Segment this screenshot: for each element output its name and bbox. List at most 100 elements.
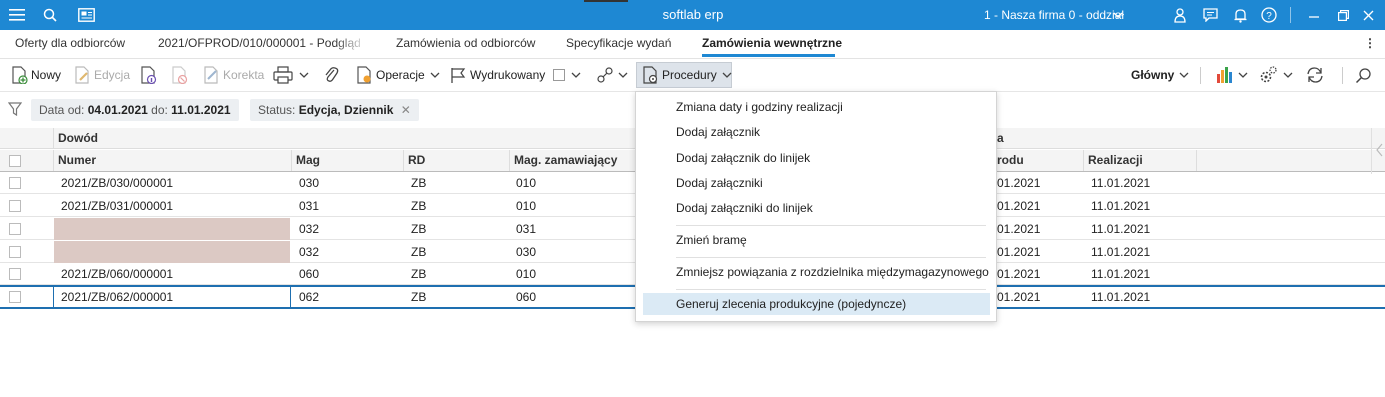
date-filter-chip[interactable]: Data od: 04.01.2021 do: 11.01.2021 xyxy=(31,99,239,121)
chevron-down-icon xyxy=(1238,72,1248,78)
more-vertical-icon[interactable]: ⋮ xyxy=(1363,30,1377,58)
search-icon xyxy=(1355,67,1371,83)
printed-filter[interactable]: Wydrukowany xyxy=(450,59,581,91)
column-header-mag[interactable]: Mag xyxy=(291,150,403,171)
edit-label: Edycja xyxy=(94,68,131,82)
tab-zamowienia-od-odbiorcow[interactable]: Zamówienia od odbiorców xyxy=(396,30,546,58)
active-window-indicator xyxy=(584,0,628,2)
close-icon[interactable]: ✕ xyxy=(401,103,411,117)
tab-specyfikacje-wydan[interactable]: Specyfikacje wydań xyxy=(566,30,686,58)
cell-mag: 032 xyxy=(299,245,320,259)
cell-numer: 2021/ZB/031/000001 xyxy=(61,199,174,213)
correction-button[interactable]: Korekta xyxy=(202,59,264,91)
operations-button[interactable]: Operacje xyxy=(355,59,440,91)
date-label: Data xyxy=(39,103,65,117)
relations-button[interactable] xyxy=(596,59,628,91)
relations-icon xyxy=(597,67,613,83)
company-selector[interactable]: 1 - Nasza firma 0 - oddział xyxy=(984,0,1124,30)
select-all-checkbox[interactable] xyxy=(9,155,21,167)
chat-icon[interactable] xyxy=(1201,0,1219,30)
group-header-dates: a xyxy=(992,128,1371,149)
print-button[interactable] xyxy=(273,59,309,91)
chevron-down-icon xyxy=(722,72,732,78)
status-filter-chip[interactable]: Status: Edycja, Dziennik ✕ xyxy=(250,99,419,121)
menu-item-add-attachments-lines[interactable]: Dodaj załączniki do linijek xyxy=(643,197,990,219)
gears-icon xyxy=(1260,66,1277,83)
cell-data-realizacji: 11.01.2021 xyxy=(1091,222,1151,236)
procedures-button[interactable]: Procedury xyxy=(641,59,732,91)
column-header-empty xyxy=(1196,150,1371,171)
cell-mag-zamawiajacy: 010 xyxy=(516,267,537,281)
redacted-cell xyxy=(54,218,290,240)
cell-data-realizacji: 11.01.2021 xyxy=(1091,290,1151,304)
side-panel-toggle[interactable] xyxy=(1371,128,1385,174)
cell-numer: 2021/ZB/062/000001 xyxy=(61,290,174,304)
refresh-button[interactable] xyxy=(1306,59,1324,91)
menu-item-add-attachments[interactable]: Dodaj załączniki xyxy=(643,172,990,194)
cell-data-dowodu: 01.2021 xyxy=(997,199,1041,213)
menu-separator xyxy=(676,289,986,290)
cell-data-realizacji: 11.01.2021 xyxy=(1091,176,1151,190)
cell-data-dowodu: 01.2021 xyxy=(997,245,1041,259)
menu-item-add-attachment-lines[interactable]: Dodaj załącznik do linijek xyxy=(643,147,990,169)
cell-data-dowodu: 01.2021 xyxy=(997,290,1041,304)
cell-data-realizacji: 11.01.2021 xyxy=(1091,267,1151,281)
row-checkbox[interactable] xyxy=(9,223,21,235)
cell-data-dowodu: 01.2021 xyxy=(997,222,1041,236)
chevron-down-icon[interactable] xyxy=(1110,0,1126,30)
menu-item-generate-production-orders[interactable]: Generuj zlecenia produkcyjne (pojedyncze… xyxy=(643,293,990,315)
cell-mag-zamawiajacy: 010 xyxy=(516,176,537,190)
row-checkbox[interactable] xyxy=(9,246,21,258)
procedures-label: Procedury xyxy=(662,68,717,82)
document-info-button[interactable] xyxy=(139,59,157,91)
chevron-down-icon xyxy=(571,72,581,78)
minimize-icon[interactable] xyxy=(1305,0,1323,30)
menu-item-change-date[interactable]: Zmiana daty i godziny realizacji xyxy=(643,96,990,118)
menu-item-reduce-relations[interactable]: Zmniejsz powiązania z rozdzielnika międz… xyxy=(643,261,990,283)
chart-button[interactable] xyxy=(1216,59,1248,91)
view-selector[interactable]: Główny xyxy=(1131,59,1189,91)
column-header-numer[interactable]: Numer xyxy=(53,150,291,171)
menu-item-add-attachment[interactable]: Dodaj załącznik xyxy=(643,121,990,143)
user-icon[interactable] xyxy=(1172,0,1188,30)
row-checkbox[interactable] xyxy=(9,200,21,212)
paperclip-icon xyxy=(325,67,339,82)
column-header-daty-dowodu[interactable]: rodu xyxy=(992,150,1083,171)
search-filter-button[interactable] xyxy=(1355,59,1372,91)
menu-separator xyxy=(676,225,986,226)
menu-item-change-gate[interactable]: Zmień bramę xyxy=(643,229,990,251)
news-icon[interactable] xyxy=(76,0,96,30)
date-from-label: od: xyxy=(67,103,85,117)
date-from-value: 04.01.2021 xyxy=(87,103,148,117)
row-checkbox[interactable] xyxy=(9,177,21,189)
new-button[interactable]: Nowy xyxy=(10,59,61,91)
edit-button[interactable]: Edycja xyxy=(73,59,130,91)
chevron-down-icon xyxy=(618,72,628,78)
document-delete-button[interactable] xyxy=(170,59,188,91)
row-checkbox[interactable] xyxy=(9,291,21,303)
cell-mag: 032 xyxy=(299,222,320,236)
cell-numer: 2021/ZB/030/000001 xyxy=(61,176,174,190)
cell-mag-zamawiajacy: 031 xyxy=(516,222,537,236)
printed-checkbox[interactable] xyxy=(553,69,566,81)
operations-icon xyxy=(357,66,371,84)
new-label: Nowy xyxy=(31,68,62,82)
column-header-realizacji[interactable]: Realizacji xyxy=(1083,150,1196,171)
help-icon[interactable]: ? xyxy=(1259,0,1279,30)
cell-rd: ZB xyxy=(411,176,427,190)
row-checkbox[interactable] xyxy=(9,268,21,280)
search-icon[interactable] xyxy=(40,0,60,30)
hamburger-icon[interactable] xyxy=(6,0,28,30)
cell-mag: 062 xyxy=(299,290,320,304)
settings-button[interactable] xyxy=(1259,59,1293,91)
bell-icon[interactable] xyxy=(1231,0,1249,30)
attachment-button[interactable] xyxy=(323,59,339,91)
status-label: Status: xyxy=(258,103,296,117)
tab-oferty[interactable]: Oferty dla odbiorców xyxy=(15,30,145,58)
restore-icon[interactable] xyxy=(1334,0,1352,30)
date-to-value: 11.01.2021 xyxy=(171,103,231,117)
status-value: Edycja, Dziennik xyxy=(298,103,394,117)
close-icon[interactable] xyxy=(1359,0,1377,30)
column-header-rd[interactable]: RD xyxy=(403,150,509,171)
filter-icon[interactable] xyxy=(7,102,23,119)
